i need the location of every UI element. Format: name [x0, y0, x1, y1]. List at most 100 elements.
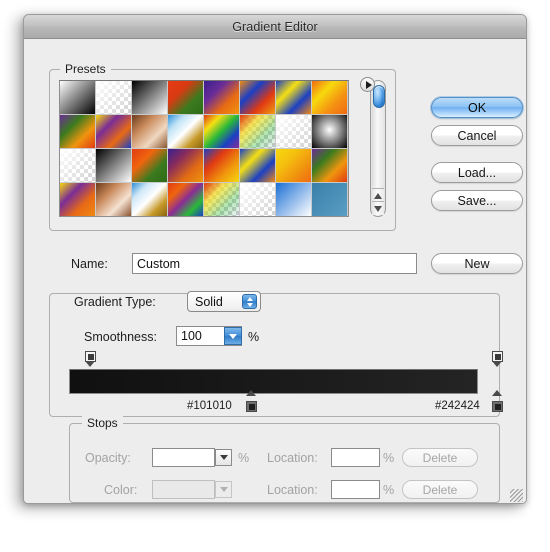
gradient-type-select[interactable]: Solid: [187, 291, 261, 312]
opacity-stop-right[interactable]: [492, 351, 503, 367]
opacity-stop-left[interactable]: [85, 351, 96, 367]
scrollbar-thumb[interactable]: [373, 85, 385, 108]
color-swatch-input[interactable]: [152, 480, 215, 499]
preset-swatch[interactable]: [132, 81, 168, 115]
preset-swatch[interactable]: [240, 115, 276, 149]
preset-swatch[interactable]: [204, 115, 240, 149]
chevron-down-icon: [219, 455, 228, 460]
swatch-gradient: [312, 115, 347, 148]
swatch-gradient: [276, 149, 311, 182]
preset-swatch[interactable]: [132, 183, 168, 216]
swatch-gradient: [132, 183, 167, 216]
preset-swatch[interactable]: [96, 183, 132, 216]
swatch-gradient: [168, 81, 203, 114]
color-label: Color:: [104, 483, 138, 497]
swatch-gradient: [60, 183, 95, 216]
preset-swatch[interactable]: [96, 81, 132, 115]
dialog-titlebar[interactable]: Gradient Editor: [24, 15, 526, 39]
preset-swatch[interactable]: [60, 81, 96, 115]
swatch-gradient: [240, 149, 275, 182]
preset-swatch[interactable]: [312, 115, 348, 149]
preset-swatch[interactable]: [132, 115, 168, 149]
color-location-label: Location:: [267, 483, 318, 497]
swatch-gradient: [204, 115, 239, 148]
preset-swatch[interactable]: [240, 183, 276, 216]
preset-swatch[interactable]: [168, 149, 204, 183]
preset-swatch[interactable]: [168, 81, 204, 115]
color-location-input[interactable]: [331, 480, 380, 499]
dialog-title: Gradient Editor: [232, 19, 318, 34]
preset-swatch[interactable]: [240, 149, 276, 183]
swatch-gradient: [240, 115, 275, 148]
swatch-gradient: [204, 81, 239, 114]
swatch-gradient: [132, 81, 167, 114]
ok-button[interactable]: OK: [431, 97, 523, 118]
preset-swatch[interactable]: [132, 149, 168, 183]
new-button[interactable]: New: [431, 253, 523, 274]
color-dropdown-button[interactable]: [215, 481, 232, 498]
preset-swatch[interactable]: [168, 183, 204, 216]
swatch-gradient: [276, 81, 311, 114]
preset-swatch[interactable]: [60, 183, 96, 216]
scroll-up-button[interactable]: [372, 188, 384, 202]
swatch-gradient: [204, 149, 239, 182]
color-stop-right[interactable]: [492, 390, 503, 412]
preset-swatch[interactable]: [168, 115, 204, 149]
swatch-gradient: [96, 115, 131, 148]
preset-swatch[interactable]: [240, 81, 276, 115]
opacity-dropdown-button[interactable]: [215, 449, 232, 466]
preset-swatch[interactable]: [312, 81, 348, 115]
gradient-type-group: [49, 293, 500, 417]
presets-group: Presets: [49, 62, 396, 231]
preset-swatch[interactable]: [204, 149, 240, 183]
preset-swatch[interactable]: [276, 183, 312, 216]
presets-legend: Presets: [60, 62, 111, 76]
opacity-location-input[interactable]: [331, 448, 380, 467]
presets-swatch-well[interactable]: [59, 80, 349, 217]
preset-swatch[interactable]: [276, 115, 312, 149]
resize-grip-icon[interactable]: [510, 489, 523, 502]
swatch-gradient: [312, 149, 347, 182]
triangle-down-icon: [374, 205, 382, 212]
swatch-gradient: [276, 183, 311, 216]
presets-flyout-menu-button[interactable]: [360, 77, 375, 92]
start-color-hex-label: #101010: [187, 400, 232, 412]
load-button[interactable]: Load...: [431, 162, 523, 183]
preset-swatch[interactable]: [60, 115, 96, 149]
preset-swatch[interactable]: [276, 149, 312, 183]
gradient-type-value: Solid: [195, 294, 223, 309]
preset-swatch[interactable]: [204, 81, 240, 115]
opacity-percent-label: %: [238, 451, 250, 465]
swatch-gradient: [204, 183, 239, 216]
color-stop-left[interactable]: [246, 390, 257, 412]
preset-swatch[interactable]: [96, 115, 132, 149]
preset-swatch[interactable]: [312, 149, 348, 183]
preset-swatch[interactable]: [96, 149, 132, 183]
swatch-gradient: [96, 183, 131, 216]
swatch-gradient: [240, 183, 275, 216]
scroll-down-button[interactable]: [372, 201, 384, 215]
presets-scrollbar[interactable]: [370, 80, 386, 217]
gradient-name-input[interactable]: [132, 253, 417, 274]
smoothness-label: Smoothness:: [84, 330, 157, 344]
scrollbar-track[interactable]: [372, 82, 385, 188]
preset-swatch[interactable]: [204, 183, 240, 216]
swatch-gradient: [276, 115, 311, 148]
save-button[interactable]: Save...: [431, 190, 523, 211]
swatch-gradient: [168, 183, 203, 216]
preset-swatch[interactable]: [276, 81, 312, 115]
dialog-body: Presets OK Cancel Load... Save... New Na…: [24, 39, 526, 503]
delete-opacity-stop-button[interactable]: Delete: [402, 448, 478, 467]
opacity-location-label: Location:: [267, 451, 318, 465]
delete-color-stop-button[interactable]: Delete: [402, 480, 478, 499]
triangle-right-icon: [365, 80, 372, 89]
up-down-stepper-icon[interactable]: [242, 294, 257, 309]
opacity-input[interactable]: [152, 448, 215, 467]
gradient-preview-bar[interactable]: [69, 369, 478, 394]
preset-swatch[interactable]: [60, 149, 96, 183]
smoothness-dropdown-button[interactable]: [224, 327, 242, 345]
cancel-button[interactable]: Cancel: [431, 125, 523, 146]
smoothness-value: 100: [181, 329, 202, 343]
preset-swatch[interactable]: [312, 183, 348, 216]
swatch-gradient: [132, 149, 167, 182]
